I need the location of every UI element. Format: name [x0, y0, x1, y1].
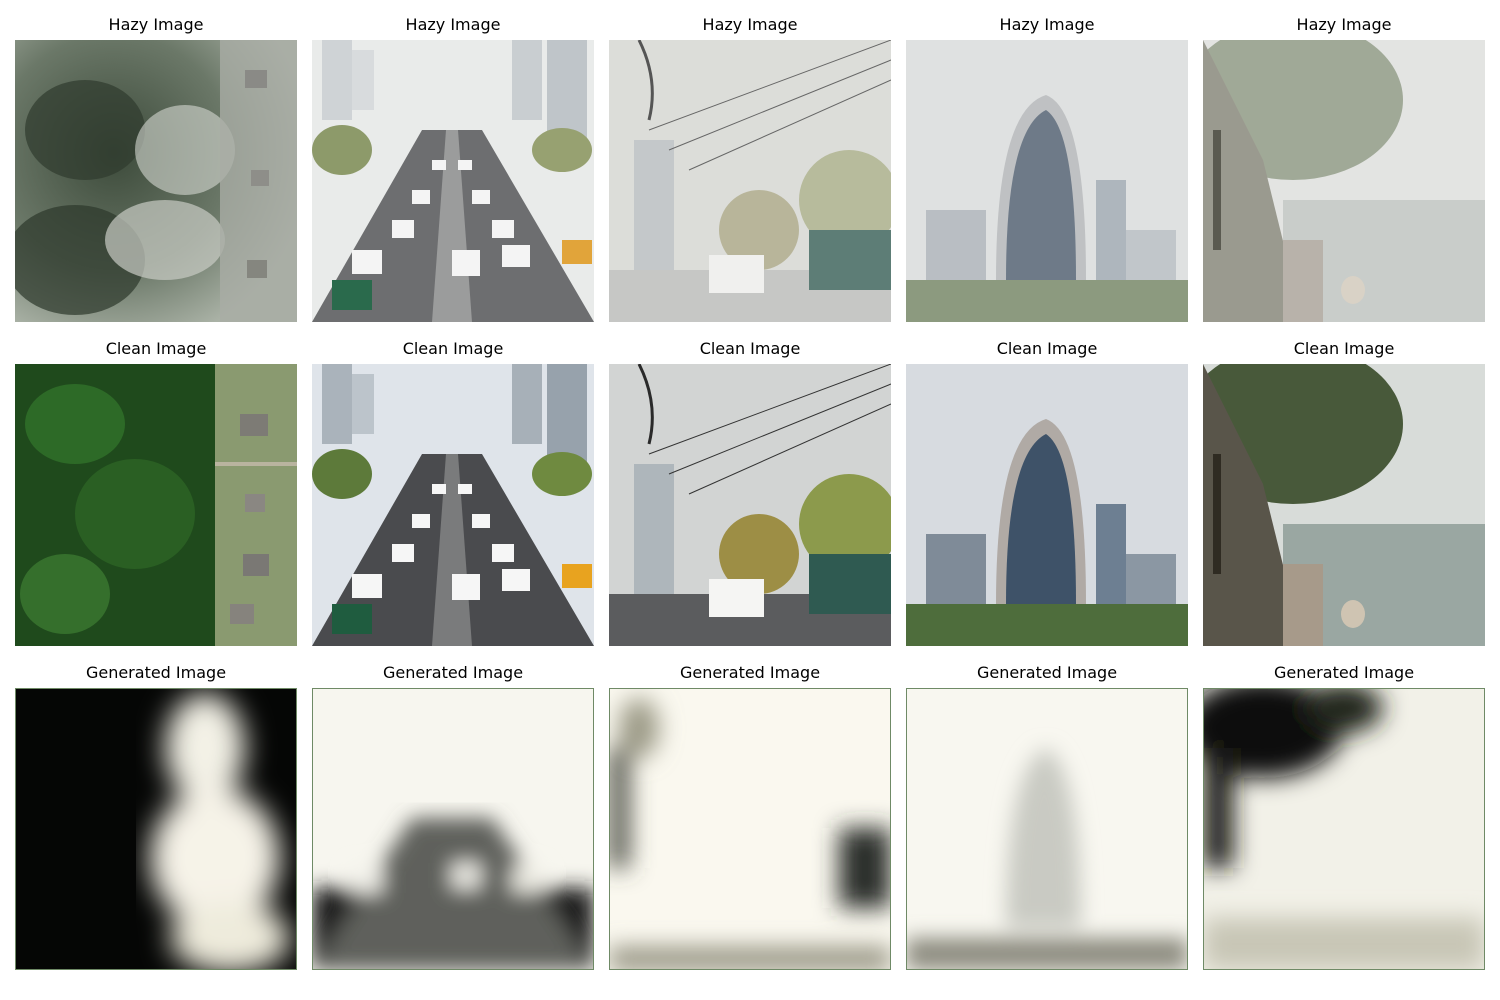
- panel-title: Generated Image: [382, 663, 524, 682]
- clean-willow-image: [1203, 364, 1485, 646]
- panel-generated-arch: Generated Image: [906, 664, 1188, 970]
- clean-street-image: [609, 364, 891, 646]
- panel-generated-traffic: Generated Image: [312, 664, 594, 970]
- panel-title: Generated Image: [1273, 663, 1415, 682]
- panel-title: Hazy Image: [108, 15, 204, 34]
- clean-arch-image: [906, 364, 1188, 646]
- generated-arch-image: [906, 688, 1188, 970]
- panel-clean-aerial: Clean Image: [15, 340, 297, 646]
- generated-willow-image: [1203, 688, 1485, 970]
- hazy-willow-image: [1203, 40, 1485, 322]
- panel-title: Hazy Image: [405, 15, 501, 34]
- panel-title: Hazy Image: [1296, 15, 1392, 34]
- panel-title: Clean Image: [402, 339, 504, 358]
- panel-hazy-aerial: Hazy Image: [15, 16, 297, 322]
- panel-clean-traffic: Clean Image: [312, 340, 594, 646]
- panel-clean-willow: Clean Image: [1203, 340, 1485, 646]
- panel-title: Clean Image: [1293, 339, 1395, 358]
- hazy-aerial-image: [15, 40, 297, 322]
- panel-title: Generated Image: [976, 663, 1118, 682]
- panel-clean-street: Clean Image: [609, 340, 891, 646]
- panel-title: Generated Image: [679, 663, 821, 682]
- panel-generated-aerial: Generated Image: [15, 664, 297, 970]
- hazy-street-image: [609, 40, 891, 322]
- hazy-arch-image: [906, 40, 1188, 322]
- hazy-traffic-image: [312, 40, 594, 322]
- generated-aerial-image: [15, 688, 297, 970]
- generated-street-image: [609, 688, 891, 970]
- panel-generated-street: Generated Image: [609, 664, 891, 970]
- panel-hazy-willow: Hazy Image: [1203, 16, 1485, 322]
- generated-traffic-image: [312, 688, 594, 970]
- image-comparison-grid: Hazy Image Hazy Image Hazy Image Hazy Im…: [0, 0, 1500, 1000]
- panel-title: Clean Image: [105, 339, 207, 358]
- panel-title: Hazy Image: [999, 15, 1095, 34]
- panel-clean-arch: Clean Image: [906, 340, 1188, 646]
- panel-hazy-arch: Hazy Image: [906, 16, 1188, 322]
- clean-aerial-image: [15, 364, 297, 646]
- clean-traffic-image: [312, 364, 594, 646]
- panel-title: Generated Image: [85, 663, 227, 682]
- panel-generated-willow: Generated Image: [1203, 664, 1485, 970]
- panel-hazy-traffic: Hazy Image: [312, 16, 594, 322]
- panel-hazy-street: Hazy Image: [609, 16, 891, 322]
- panel-title: Clean Image: [699, 339, 801, 358]
- panel-title: Hazy Image: [702, 15, 798, 34]
- panel-title: Clean Image: [996, 339, 1098, 358]
